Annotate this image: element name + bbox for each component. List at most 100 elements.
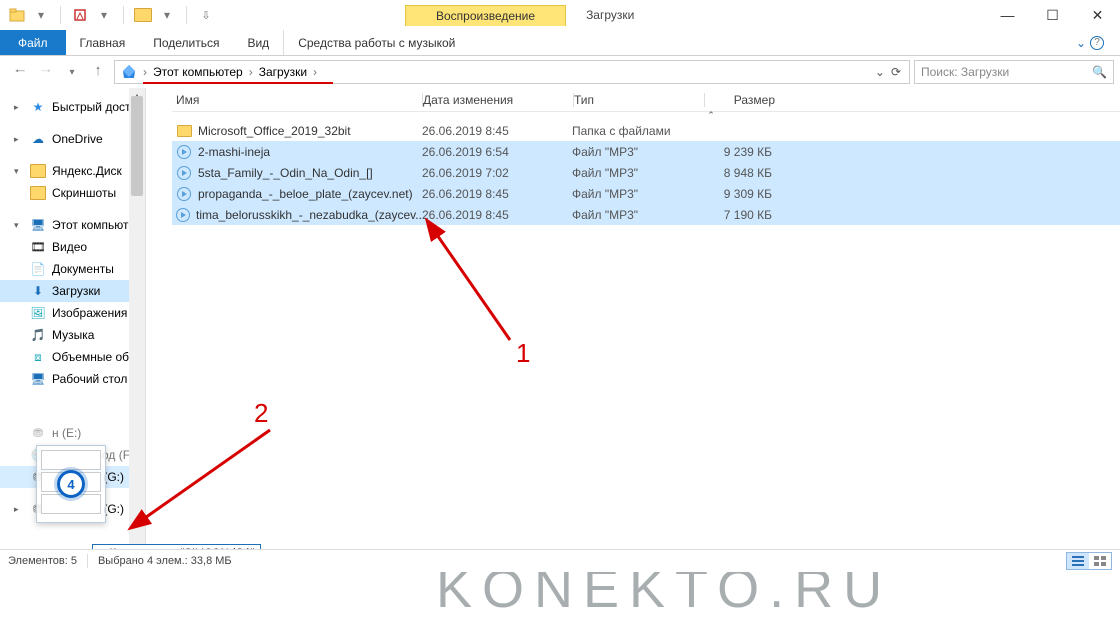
file-type: Файл "MP3" xyxy=(572,208,702,222)
file-type: Файл "MP3" xyxy=(572,187,702,201)
tab-file[interactable]: Файл xyxy=(0,30,66,55)
address-row: 🠐 🠒 ▾ 🠑 › Этот компьютер › Загрузки › ⌄ … xyxy=(0,56,1120,88)
maximize-button[interactable]: ☐ xyxy=(1030,0,1075,30)
address-bar[interactable]: › Этот компьютер › Загрузки › ⌄ ⟳ xyxy=(114,60,910,84)
help-icon[interactable]: ? xyxy=(1090,36,1104,50)
file-row[interactable]: propaganda_-_beloe_plate_(zaycev.net) 26.… xyxy=(172,183,1120,204)
mp3-icon xyxy=(176,144,192,160)
file-date: 26.06.2019 6:54 xyxy=(422,145,572,159)
search-input[interactable]: Поиск: Загрузки 🔍 xyxy=(914,60,1114,84)
file-name: Microsoft_Office_2019_32bit xyxy=(198,124,351,138)
nav-drive-e[interactable]: ⛃н (E:) xyxy=(0,422,145,444)
file-row[interactable]: 5sta_Family_-_Odin_Na_Odin_[] 26.06.2019 … xyxy=(172,162,1120,183)
chevron-down-icon[interactable]: ▾ xyxy=(32,6,50,24)
drive-icon: ⛃ xyxy=(30,425,46,441)
col-name[interactable]: Имя xyxy=(172,93,422,107)
nav-pictures[interactable]: 🖼Изображения xyxy=(0,302,145,324)
refresh-icon[interactable]: ⟳ xyxy=(891,65,901,79)
breadcrumb-seg-downloads[interactable]: Загрузки xyxy=(257,65,309,79)
chevron-down-icon[interactable]: ▾ xyxy=(95,6,113,24)
chevron-down-icon: ⌄ xyxy=(1076,36,1086,50)
nav-thispc[interactable]: ▾ 🖥 Этот компьютер xyxy=(0,214,145,236)
scroll-thumb[interactable] xyxy=(131,96,143,196)
search-placeholder: Поиск: Загрузки xyxy=(921,65,1009,79)
file-type: Папка с файлами xyxy=(572,124,702,138)
status-item-count: Элементов: 5 xyxy=(8,555,77,567)
nav-yadisk[interactable]: ▾ Яндекс.Диск xyxy=(0,160,145,182)
view-toggle[interactable] xyxy=(1066,552,1112,570)
chevron-right-icon[interactable]: › xyxy=(245,65,257,79)
breadcrumb-seg-thispc[interactable]: Этот компьютер xyxy=(151,65,245,79)
tab-music-playback[interactable]: Воспроизведение xyxy=(405,5,566,26)
recent-locations-button[interactable]: ▾ xyxy=(60,60,84,84)
cloud-icon: ☁ xyxy=(30,131,46,147)
nav-documents[interactable]: 📄Документы xyxy=(0,258,145,280)
file-name: tima_belorusskikh_-_nezabudka_(zaycev...… xyxy=(196,208,422,222)
contextual-tab-group: Воспроизведение xyxy=(405,5,566,26)
file-name: 5sta_Family_-_Odin_Na_Odin_[] xyxy=(198,166,373,180)
file-size: 8 948 КБ xyxy=(702,166,802,180)
folder-icon xyxy=(30,163,46,179)
folder-icon[interactable] xyxy=(134,6,152,24)
nav-3dobjects[interactable]: ⧈Объемные объ xyxy=(0,346,145,368)
properties-icon[interactable] xyxy=(71,6,89,24)
drag-ghost: 4 xyxy=(36,445,106,523)
col-date[interactable]: Дата изменения xyxy=(423,93,573,107)
file-list: Имя Дата изменения Тип Размер ⌃ Microsof… xyxy=(146,88,1120,563)
video-icon: 🎞 xyxy=(30,239,46,255)
chevron-down-icon[interactable]: ▾ xyxy=(158,6,176,24)
search-icon: 🔍 xyxy=(1092,65,1107,79)
minimize-button[interactable]: — xyxy=(985,0,1030,30)
nav-video[interactable]: 🎞Видео xyxy=(0,236,145,258)
mp3-icon xyxy=(176,207,190,223)
title-bar: ▾ ▾ ▾ ⇩ Воспроизведение Загрузки — ☐ ✕ xyxy=(0,0,1120,30)
forward-button[interactable]: 🠒 xyxy=(34,60,58,84)
file-date: 26.06.2019 8:45 xyxy=(422,124,572,138)
history-dropdown-icon[interactable]: ⌄ xyxy=(875,65,885,79)
tab-music-tools[interactable]: Средства работы с музыкой xyxy=(283,30,469,55)
chevron-right-icon[interactable]: › xyxy=(309,65,321,79)
drag-count-badge: 4 xyxy=(57,470,85,498)
file-date: 26.06.2019 8:45 xyxy=(422,208,572,222)
file-type: Файл "MP3" xyxy=(572,145,702,159)
tab-view[interactable]: Вид xyxy=(233,30,283,55)
breadcrumb-root-icon[interactable] xyxy=(119,64,139,80)
nav-quick-access[interactable]: ▸ ★ Быстрый доступ xyxy=(0,96,145,118)
tab-share[interactable]: Поделиться xyxy=(139,30,233,55)
status-selection: Выбрано 4 элем.: 33,8 МБ xyxy=(98,555,232,567)
close-button[interactable]: ✕ xyxy=(1075,0,1120,30)
nav-downloads[interactable]: ⬇Загрузки xyxy=(0,280,145,302)
monitor-icon: 🖥 xyxy=(30,217,46,233)
nav-onedrive[interactable]: ▸ ☁ OneDrive xyxy=(0,128,145,150)
folder-icon xyxy=(176,123,192,139)
ribbon-tabs: Файл Главная Поделиться Вид Средства раб… xyxy=(0,30,1120,56)
nav-desktop[interactable]: 🖥Рабочий стол xyxy=(0,368,145,390)
star-icon: ★ xyxy=(30,99,46,115)
file-date: 26.06.2019 7:02 xyxy=(422,166,572,180)
status-bar: Элементов: 5 Выбрано 4 элем.: 33,8 МБ xyxy=(0,549,1120,572)
file-date: 26.06.2019 8:45 xyxy=(422,187,572,201)
nav-scrollbar[interactable]: ▴ ▾ xyxy=(129,88,145,563)
file-row[interactable]: tima_belorusskikh_-_nezabudka_(zaycev...… xyxy=(172,204,1120,225)
nav-music[interactable]: 🎵Музыка xyxy=(0,324,145,346)
file-name: propaganda_-_beloe_plate_(zaycev.net) xyxy=(198,187,413,201)
up-button[interactable]: 🠑 xyxy=(86,60,110,84)
document-icon: 📄 xyxy=(30,261,46,277)
chevron-right-icon[interactable]: › xyxy=(139,65,151,79)
nav-screenshots[interactable]: Скриншоты xyxy=(0,182,145,204)
download-icon: ⬇ xyxy=(30,283,46,299)
file-size: 9 239 КБ xyxy=(702,145,802,159)
file-row[interactable]: 2-mashi-ineja 26.06.2019 6:54Файл "MP3"9 … xyxy=(172,141,1120,162)
ribbon-collapse[interactable]: ⌄ ? xyxy=(1076,30,1120,55)
desktop-icon: 🖥 xyxy=(30,371,46,387)
file-row[interactable]: Microsoft_Office_2019_32bit 26.06.2019 8:… xyxy=(172,120,1120,141)
col-type[interactable]: Тип xyxy=(574,93,704,107)
cube-icon: ⧈ xyxy=(30,349,46,365)
col-size[interactable]: Размер xyxy=(705,93,805,107)
details-view-icon[interactable] xyxy=(1067,553,1089,569)
file-name: 2-mashi-ineja xyxy=(198,145,270,159)
back-button[interactable]: 🠐 xyxy=(8,60,32,84)
thumbnails-view-icon[interactable] xyxy=(1089,553,1111,569)
overflow-icon[interactable]: ⇩ xyxy=(197,6,215,24)
tab-home[interactable]: Главная xyxy=(66,30,140,55)
